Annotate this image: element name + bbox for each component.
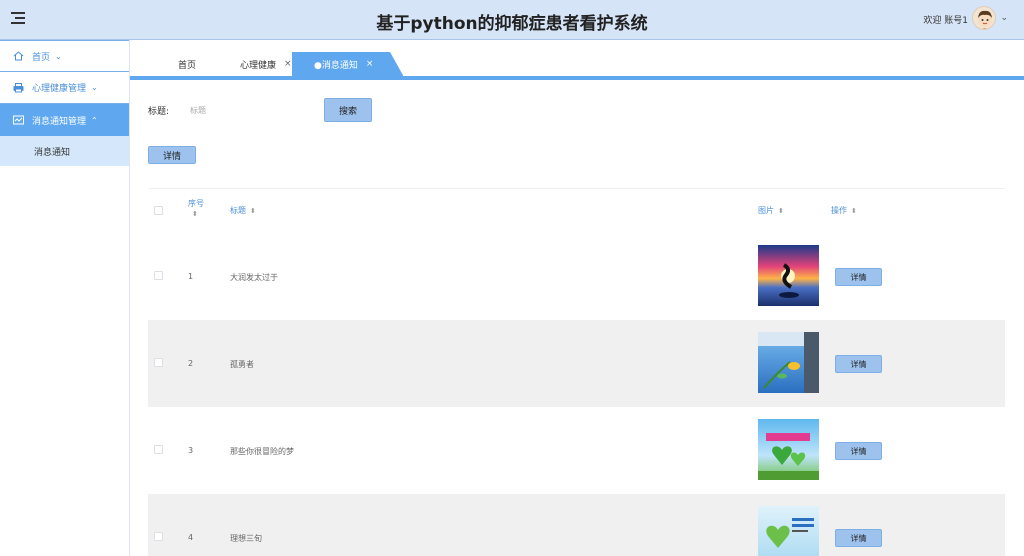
row-title: 那些你很冒险的梦 [230, 447, 294, 456]
tab-mental-health[interactable]: 心理健康 × [240, 52, 292, 76]
close-icon[interactable]: × [366, 59, 374, 69]
row-index: 1 [188, 272, 194, 281]
tab-home[interactable]: 首页 [178, 52, 196, 76]
row-checkbox[interactable] [154, 271, 163, 280]
table-row: 1 大润发太过于 详情 [148, 233, 1005, 320]
tab-bar-underline [130, 76, 1024, 80]
chevron-down-icon: ⌄ [55, 51, 62, 61]
column-label: 操作 [831, 206, 847, 215]
column-header-index[interactable]: 序号 ⬍ [188, 198, 204, 218]
row-title: 大润发太过于 [230, 273, 278, 282]
close-icon[interactable]: × [284, 59, 292, 69]
column-label: 图片 [758, 206, 774, 215]
tab-bar: 首页 心理健康 × ●消息通知 × [130, 40, 1024, 80]
column-header-title[interactable]: 标题 ⬍ [230, 205, 256, 216]
row-detail-button[interactable]: 详情 [835, 442, 882, 460]
chevron-up-icon: ⌃ [91, 115, 98, 125]
search-button[interactable]: 搜索 [324, 98, 372, 122]
sort-icon: ⬍ [778, 207, 784, 215]
tab-label: ●消息通知 [314, 60, 358, 71]
sidebar-item-mental-health[interactable]: 心理健康管理 ⌄ [0, 72, 129, 104]
row-title: 孤勇者 [230, 360, 254, 369]
row-image-green-poster [758, 506, 819, 556]
sidebar-item-label: 消息通知管理 [32, 116, 87, 127]
row-detail-button[interactable]: 详情 [835, 529, 882, 547]
tab-notifications[interactable]: ●消息通知 × [292, 52, 404, 76]
search-label: 标题: [148, 107, 170, 117]
app-header: 基于python的抑郁症患者看护系统 欢迎 账号1 ⌄ [0, 0, 1024, 40]
row-index: 4 [188, 533, 194, 542]
table-header: 序号 ⬍ 标题 ⬍ 图片 ⬍ 操作 ⬍ [148, 189, 1005, 233]
row-title: 理想三旬 [230, 534, 262, 543]
printer-icon [12, 82, 24, 93]
home-icon [12, 51, 24, 61]
sidebar: 首页 ⌄ 心理健康管理 ⌄ 消息通知管理 ⌃ 消息通知 [0, 40, 130, 556]
search-input[interactable] [182, 99, 312, 121]
sidebar-item-label: 心理健康管理 [32, 84, 87, 94]
table-row: 2 孤勇者 详情 [148, 320, 1005, 407]
row-checkbox[interactable] [154, 445, 163, 454]
chevron-down-icon[interactable]: ⌄ [1000, 13, 1008, 23]
sort-icon: ⬍ [250, 207, 256, 215]
row-image-green-hearts [758, 419, 819, 480]
sidebar-item-home[interactable]: 首页 ⌄ [0, 40, 129, 72]
sidebar-item-label: 首页 [32, 52, 51, 63]
sort-icon: ⬍ [192, 210, 198, 218]
row-checkbox[interactable] [154, 532, 163, 541]
detail-button[interactable]: 详情 [148, 146, 196, 164]
table-row: 4 理想三旬 详情 [148, 494, 1005, 556]
chevron-down-icon: ⌄ [91, 83, 98, 92]
row-image-mental-health-poster [758, 332, 819, 393]
data-table: 序号 ⬍ 标题 ⬍ 图片 ⬍ 操作 ⬍ 1 大润发太过于 详情 2 孤勇者 详情… [148, 188, 1005, 556]
select-all-checkbox[interactable] [154, 206, 163, 215]
row-index: 2 [188, 359, 194, 368]
row-detail-button[interactable]: 详情 [835, 355, 882, 373]
sort-icon: ⬍ [851, 207, 857, 215]
tab-label: 首页 [178, 60, 197, 71]
sidebar-item-notifications[interactable]: 消息通知管理 ⌃ [0, 104, 129, 136]
welcome-text: 欢迎 账号1 [923, 16, 968, 26]
column-label: 序号 [188, 199, 204, 208]
tab-label: 心理健康 [240, 60, 277, 71]
column-header-action[interactable]: 操作 ⬍ [831, 205, 857, 216]
message-icon [12, 115, 24, 125]
app-title: 基于python的抑郁症患者看护系统 [376, 14, 648, 34]
sidebar-subitem-notification[interactable]: 消息通知 [0, 136, 129, 166]
column-header-image[interactable]: 图片 ⬍ [758, 205, 784, 216]
row-index: 3 [188, 446, 194, 455]
row-detail-button[interactable]: 详情 [835, 268, 882, 286]
column-label: 标题 [230, 206, 246, 215]
row-checkbox[interactable] [154, 358, 163, 367]
user-avatar[interactable] [972, 6, 996, 30]
row-image-sunset [758, 245, 819, 306]
table-row: 3 那些你很冒险的梦 详情 [148, 407, 1005, 494]
